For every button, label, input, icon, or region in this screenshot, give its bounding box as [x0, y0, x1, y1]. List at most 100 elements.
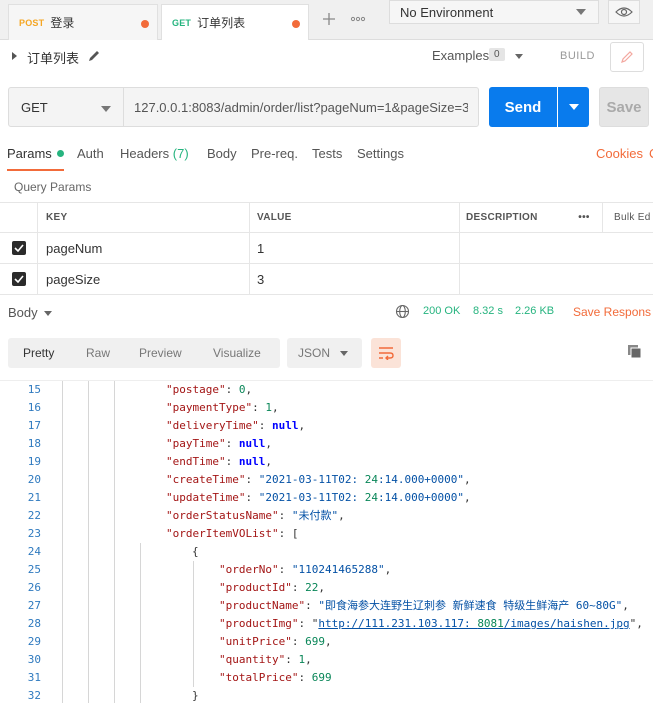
edit-documentation-button[interactable] [610, 42, 644, 72]
view-tab-raw[interactable]: Raw [86, 346, 110, 360]
line-number: 26 [27, 581, 41, 594]
indent-guide [62, 453, 63, 471]
environment-select[interactable]: No Environment [389, 0, 599, 24]
pencil-icon[interactable] [87, 49, 101, 63]
header-check-cell [0, 203, 38, 232]
pencil-icon [621, 51, 633, 63]
tab-title: 订单列表 [197, 16, 246, 30]
indent-guide [62, 543, 63, 561]
code-line: 15 "postage": 0, [0, 381, 653, 399]
line-number: 24 [27, 545, 41, 558]
code-text: "productId": 22, [219, 581, 325, 594]
param-key-cell[interactable]: pageNum [38, 233, 250, 263]
save-response-button[interactable]: Save Respons [573, 305, 651, 319]
http-method-select[interactable]: GET [8, 87, 124, 127]
param-checkbox[interactable] [0, 264, 38, 294]
tab-tests[interactable]: Tests [312, 146, 342, 161]
line-number: 25 [27, 563, 41, 576]
line-number: 30 [27, 653, 41, 666]
url-input[interactable] [123, 87, 479, 127]
tab-title: 登录 [50, 16, 75, 30]
unsaved-dot-icon [141, 20, 149, 28]
tab-auth[interactable]: Auth [77, 146, 104, 161]
indent-guide [193, 579, 194, 597]
indent-guide [62, 615, 63, 633]
indent-guide [114, 471, 115, 489]
code-line: 31 "totalPrice": 699 [0, 669, 653, 687]
tab-prereq[interactable]: Pre-req. [251, 146, 298, 161]
indent-guide [140, 651, 141, 669]
tab-params-label: Params [7, 146, 52, 161]
param-checkbox[interactable] [0, 233, 38, 263]
response-time: 8.32 s [473, 305, 503, 317]
param-description-cell[interactable] [460, 264, 566, 294]
indent-guide [62, 489, 63, 507]
line-number: 16 [27, 401, 41, 414]
globe-icon[interactable] [395, 304, 410, 319]
indent-guide [140, 543, 141, 561]
tab-params[interactable]: Params [7, 146, 64, 171]
active-dot-icon [56, 150, 64, 157]
indent-guide [193, 651, 194, 669]
more-tabs-button[interactable] [344, 4, 372, 34]
indent-guide [114, 669, 115, 687]
chevron-down-icon[interactable] [515, 54, 523, 59]
param-description-cell[interactable] [460, 233, 566, 263]
cookies-link[interactable]: Cookies [596, 146, 643, 161]
code-line: 24 { [0, 543, 653, 561]
tab-login[interactable]: POST 登录 [8, 4, 158, 40]
wrap-lines-button[interactable] [371, 338, 401, 368]
code-text: "orderStatusName": "未付款", [166, 509, 345, 522]
response-format-select[interactable]: JSON [287, 338, 362, 368]
code-line: 20 "createTime": "2021-03-11T02: 24:14.00… [0, 471, 653, 489]
chevron-right-icon[interactable] [12, 52, 17, 60]
indent-guide [114, 435, 115, 453]
send-options-button[interactable] [558, 87, 589, 127]
code-line: 18 "payTime": null, [0, 435, 653, 453]
chevron-down-icon[interactable] [44, 311, 52, 316]
indent-guide [62, 507, 63, 525]
line-number: 32 [27, 689, 41, 702]
param-value-cell[interactable]: 1 [250, 233, 460, 263]
indent-guide [140, 561, 141, 579]
environment-quick-look-button[interactable] [608, 0, 640, 24]
view-tab-visualize[interactable]: Visualize [213, 346, 261, 360]
send-button[interactable]: Send [489, 87, 557, 127]
indent-guide [62, 687, 63, 703]
indent-guide [88, 399, 89, 417]
tab-order-list[interactable]: GET 订单列表 [161, 4, 309, 40]
code-text: "payTime": null, [166, 437, 272, 450]
indent-guide [114, 507, 115, 525]
request-name: 订单列表 [27, 51, 80, 66]
indent-guide [193, 561, 194, 579]
tab-body[interactable]: Body [207, 146, 237, 161]
column-options-button[interactable]: ••• [566, 203, 602, 232]
indent-guide [88, 669, 89, 687]
code-link[interactable]: C [649, 146, 653, 161]
examples-dropdown[interactable]: Examples [432, 48, 489, 63]
view-tab-pretty[interactable]: Pretty [23, 346, 54, 360]
param-value-cell[interactable]: 3 [250, 264, 460, 294]
indent-guide [114, 597, 115, 615]
column-header-key: KEY [38, 203, 250, 232]
indent-guide [62, 579, 63, 597]
response-body-dropdown[interactable]: Body [8, 305, 38, 320]
view-tab-preview[interactable]: Preview [139, 346, 182, 360]
new-tab-button[interactable] [315, 4, 343, 34]
plus-icon [323, 13, 335, 25]
tab-headers[interactable]: Headers (7) [120, 146, 189, 161]
param-key-cell[interactable]: pageSize [38, 264, 250, 294]
bulk-edit-link[interactable]: Bulk Ed [602, 203, 653, 232]
code-line: 21 "updateTime": "2021-03-11T02: 24:14.00… [0, 489, 653, 507]
tab-settings[interactable]: Settings [357, 146, 404, 161]
column-header-value: VALUE [250, 203, 460, 232]
copy-icon[interactable] [627, 344, 643, 360]
indent-guide [88, 633, 89, 651]
response-format-label: JSON [298, 346, 331, 360]
build-button[interactable]: BUILD [560, 50, 595, 62]
response-body-viewer[interactable]: 15 "postage": 0, 16 "paymentType": 1, 17 "del… [0, 380, 653, 703]
indent-guide [88, 507, 89, 525]
indent-guide [62, 651, 63, 669]
indent-guide [114, 453, 115, 471]
save-button[interactable]: Save [599, 87, 649, 127]
